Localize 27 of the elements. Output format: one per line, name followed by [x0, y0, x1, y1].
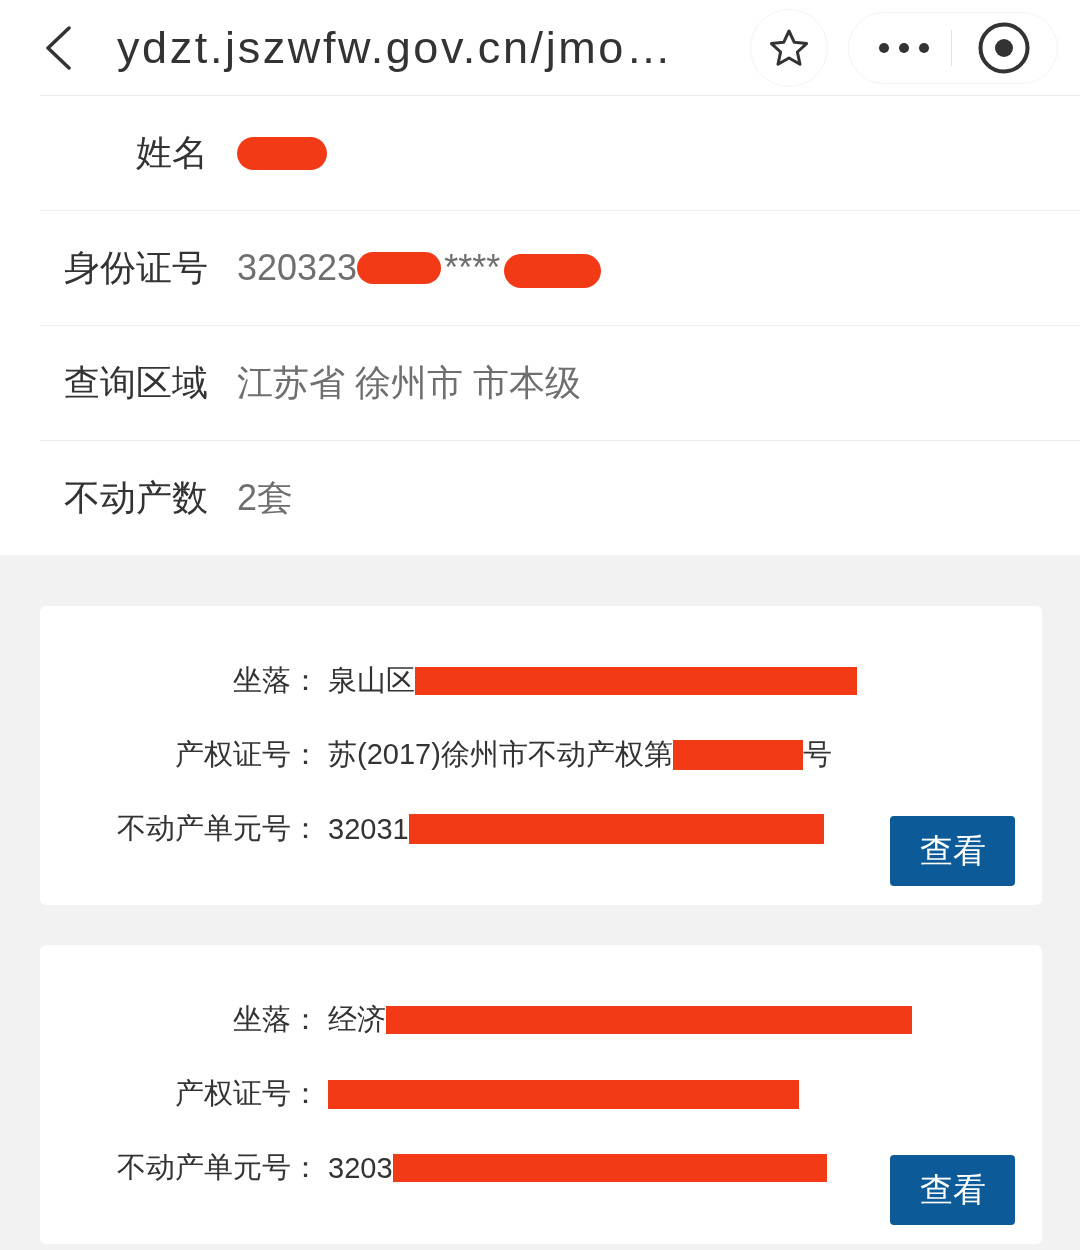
field-value: **** — [444, 247, 501, 289]
field-label: 坐落： — [232, 663, 320, 698]
field-label: 身份证号 — [63, 245, 208, 290]
field-label: 产权证号： — [174, 1076, 320, 1111]
field-value: 经济 — [328, 1002, 386, 1037]
field-value: 3203 — [328, 1151, 393, 1185]
field-value: 320323 — [237, 247, 358, 289]
view-button[interactable]: 查看 — [890, 1155, 1015, 1225]
star-icon — [769, 28, 809, 67]
field-label: 产权证号： — [174, 737, 320, 772]
more-icon[interactable] — [879, 42, 929, 53]
circle-dot-icon[interactable] — [978, 21, 1030, 74]
field-value: 2套 — [237, 475, 294, 520]
view-button[interactable]: 查看 — [890, 816, 1015, 886]
field-value: 号 — [802, 737, 832, 772]
field-value: 32031 — [328, 812, 409, 846]
field-label: 查询区域 — [63, 360, 208, 405]
field-value: 泉山区 — [328, 663, 415, 698]
field-value: 江苏省 徐州市 市本级 — [237, 360, 581, 405]
field-label: 不动产单元号： — [116, 811, 320, 846]
field-value: 苏(2017)徐州市不动产权第 — [328, 737, 673, 772]
field-label: 姓名 — [135, 130, 208, 175]
back-icon[interactable] — [45, 25, 71, 70]
url-text: ydzt.jszwfw.gov.cn/jmo… — [117, 21, 674, 74]
field-label: 不动产单元号： — [116, 1150, 320, 1185]
field-label: 不动产数 — [63, 475, 208, 520]
field-label: 坐落： — [232, 1002, 320, 1037]
